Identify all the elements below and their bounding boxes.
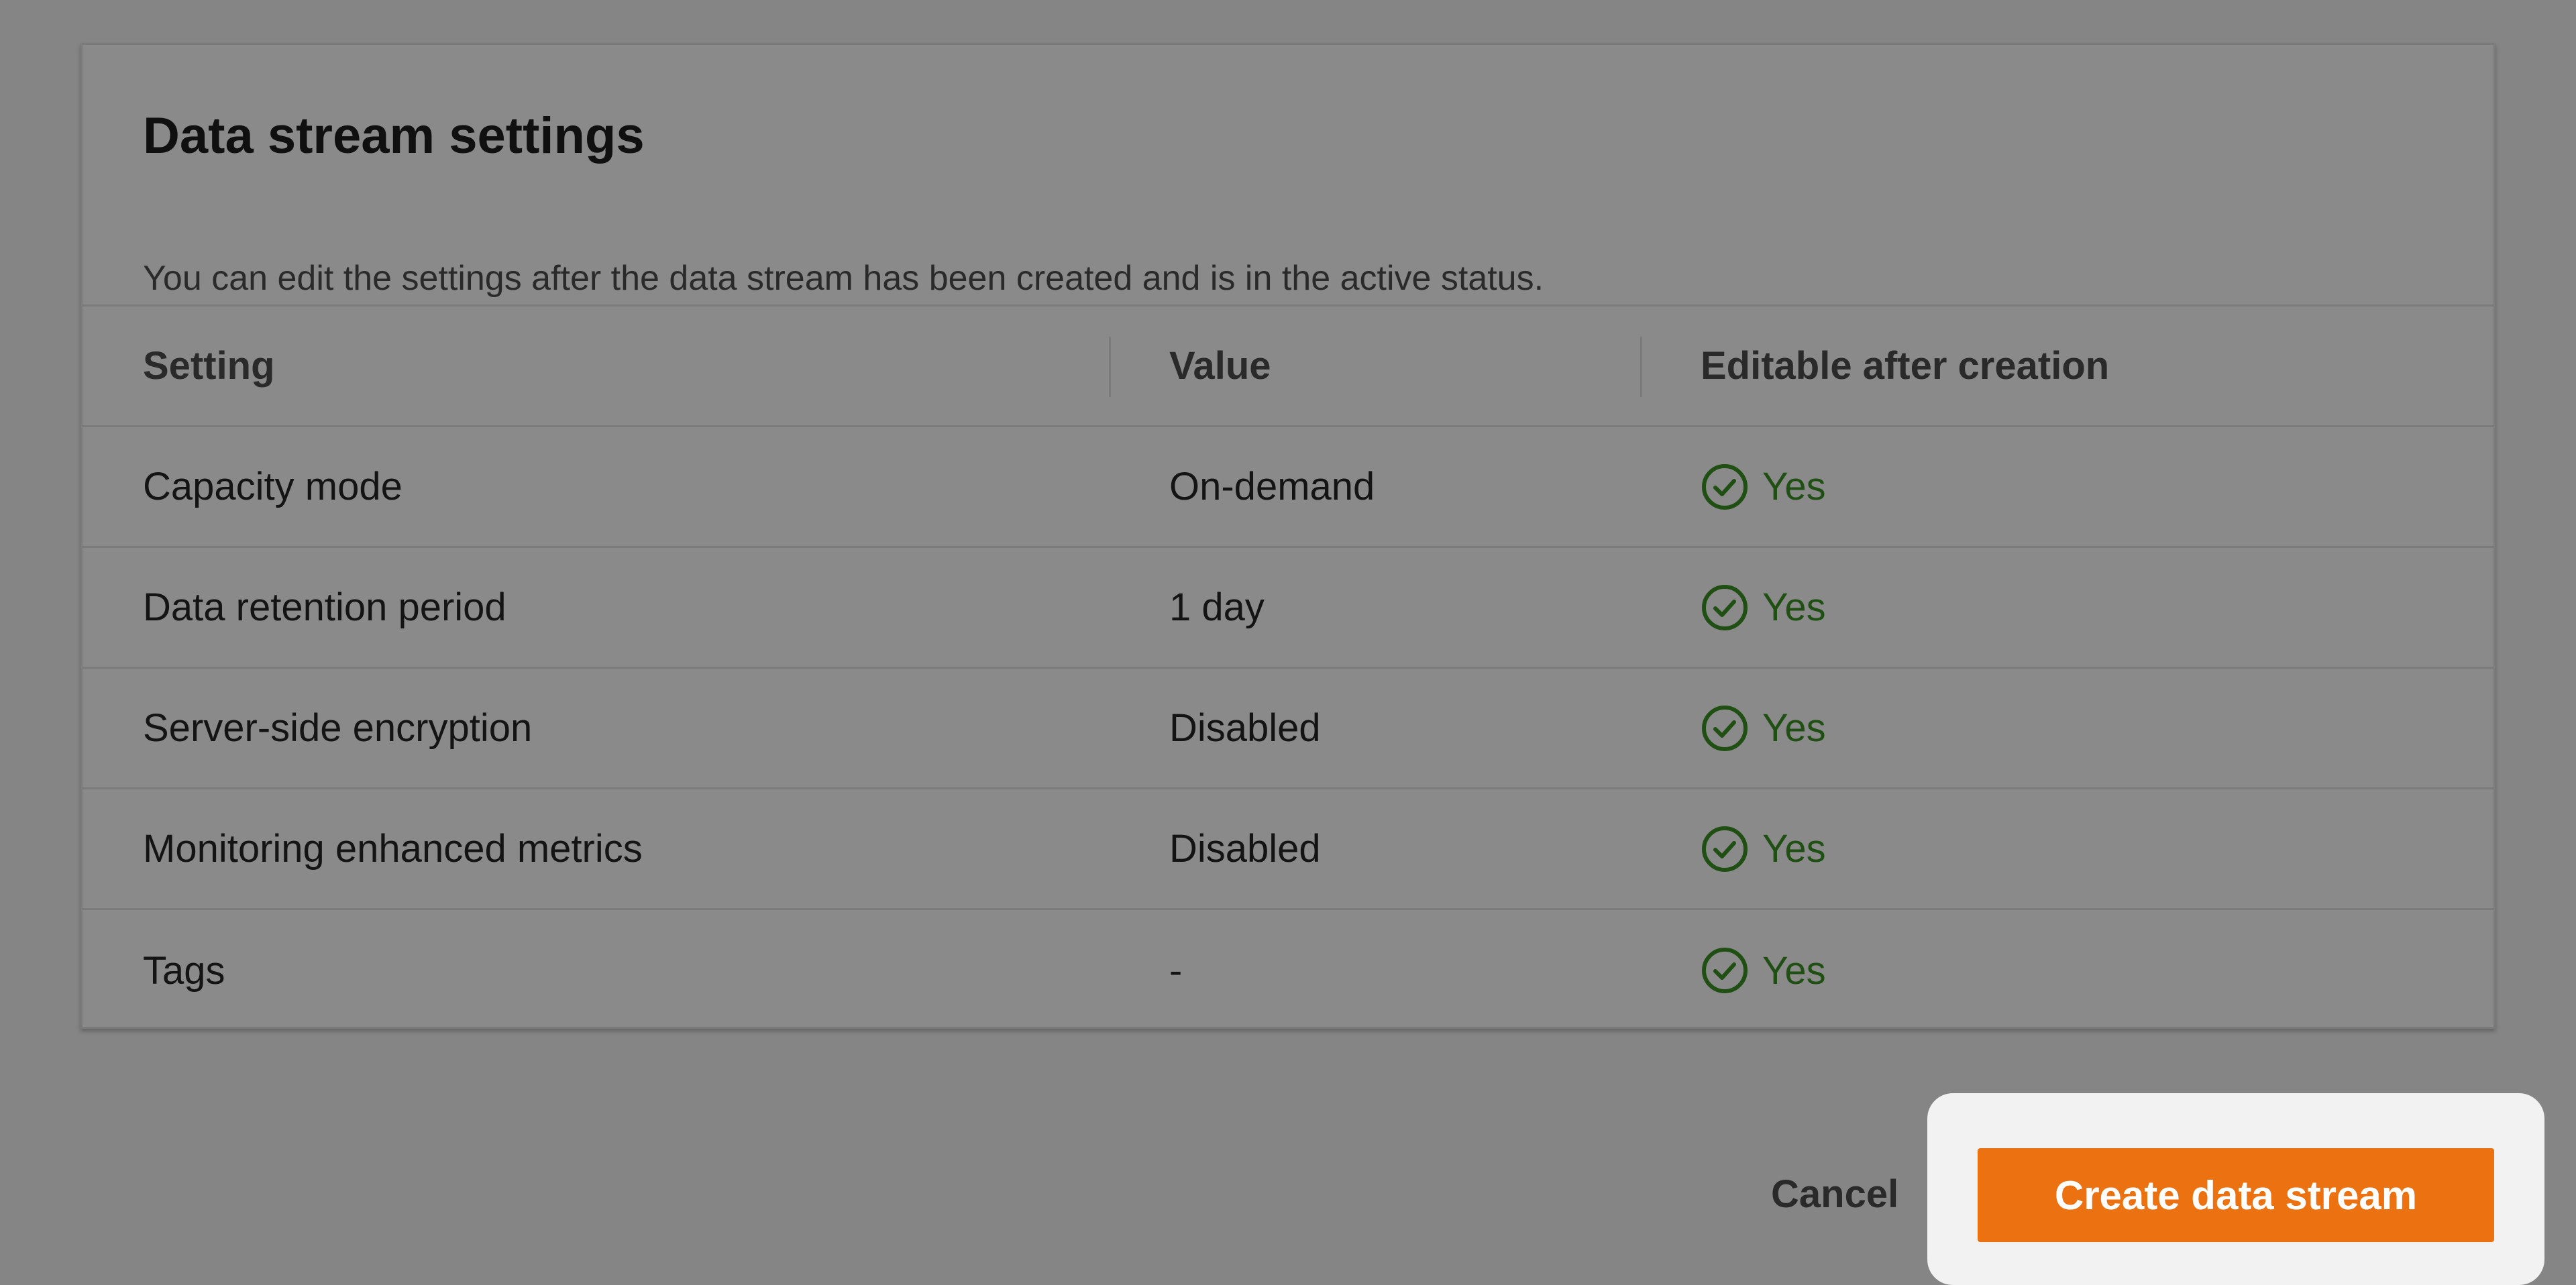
check-circle-icon: [1701, 946, 1749, 995]
table-row: Server-side encryption Disabled Yes: [83, 669, 2493, 789]
table-header-row: Setting Value Editable after creation: [83, 306, 2493, 427]
editable-status: Yes: [1701, 548, 1826, 667]
editable-label: Yes: [1762, 948, 1826, 993]
panel-title: Data stream settings: [143, 107, 645, 164]
column-divider: [1640, 337, 1642, 397]
setting-name: Capacity mode: [143, 465, 402, 508]
setting-name: Tags: [143, 948, 225, 993]
editable-status: Yes: [1701, 669, 1826, 787]
check-circle-icon: [1701, 704, 1749, 752]
setting-value: -: [1169, 948, 1183, 993]
check-circle-icon: [1701, 583, 1749, 632]
setting-value: Disabled: [1169, 706, 1321, 750]
table-row: Capacity mode On-demand Yes: [83, 427, 2493, 548]
setting-value: On-demand: [1169, 465, 1375, 508]
table-row: Tags - Yes: [83, 910, 2493, 1031]
editable-label: Yes: [1762, 706, 1826, 750]
setting-name: Server-side encryption: [143, 706, 533, 750]
editable-status: Yes: [1701, 910, 1826, 1031]
setting-value: 1 day: [1169, 585, 1265, 629]
panel-description: You can edit the settings after the data…: [143, 259, 1544, 298]
column-header-editable: Editable after creation: [1701, 344, 2110, 388]
check-circle-icon: [1701, 463, 1749, 511]
panel-header: Data stream settings You can edit the se…: [83, 45, 2493, 306]
setting-value: Disabled: [1169, 827, 1321, 871]
settings-table: Setting Value Editable after creation Ca…: [83, 306, 2493, 1031]
editable-status: Yes: [1701, 789, 1826, 908]
setting-name: Data retention period: [143, 585, 506, 629]
column-header-value: Value: [1169, 344, 1271, 388]
cancel-button[interactable]: Cancel: [1771, 1167, 1898, 1221]
column-header-setting: Setting: [143, 344, 275, 388]
editable-status: Yes: [1701, 427, 1826, 546]
setting-name: Monitoring enhanced metrics: [143, 827, 643, 871]
data-stream-settings-panel: Data stream settings You can edit the se…: [80, 43, 2496, 1029]
editable-label: Yes: [1762, 585, 1826, 629]
column-divider: [1109, 337, 1111, 397]
table-row: Monitoring enhanced metrics Disabled Yes: [83, 789, 2493, 910]
check-circle-icon: [1701, 825, 1749, 873]
create-data-stream-button[interactable]: Create data stream: [1978, 1148, 2494, 1242]
table-row: Data retention period 1 day Yes: [83, 548, 2493, 669]
editable-label: Yes: [1762, 827, 1826, 871]
editable-label: Yes: [1762, 465, 1826, 508]
